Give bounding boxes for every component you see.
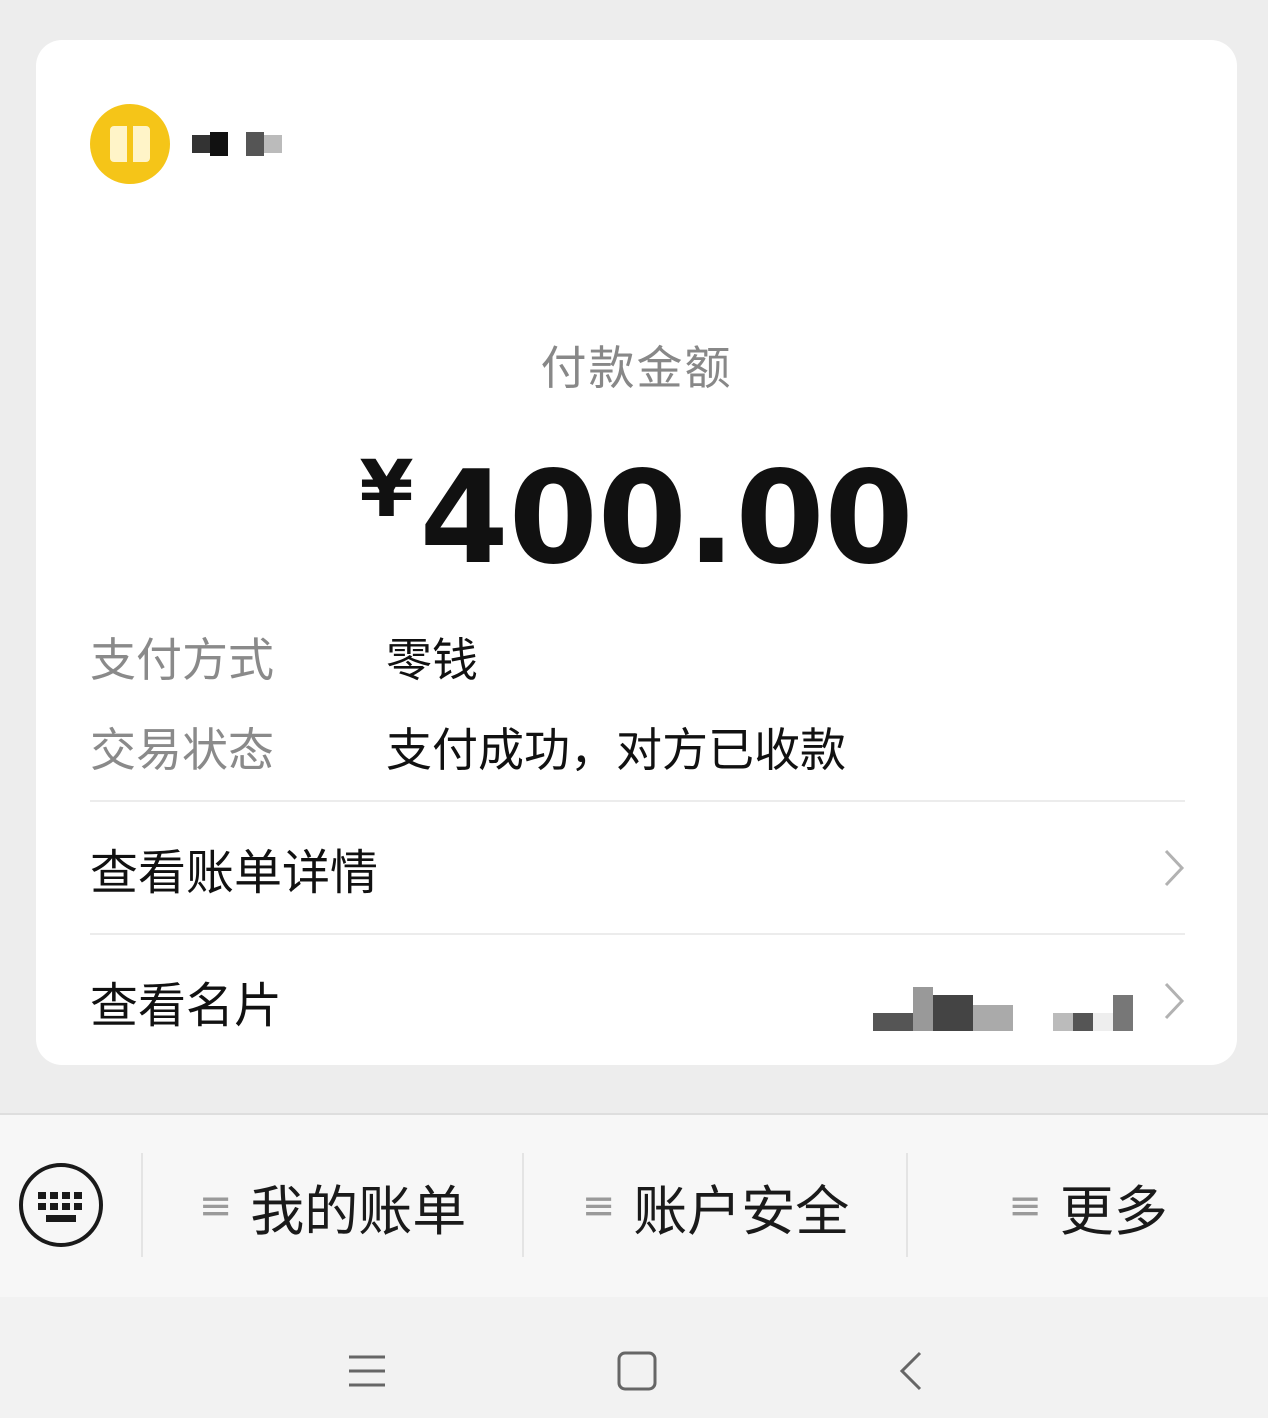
payment-method-value: 零钱 xyxy=(386,633,478,687)
gift-icon xyxy=(90,104,170,184)
payee-name-redacted xyxy=(873,971,1133,1031)
home-icon[interactable] xyxy=(615,1349,659,1393)
merchant-name-redacted xyxy=(192,124,282,164)
system-navigation-bar xyxy=(0,1297,1268,1418)
menu-list-icon: ≡ xyxy=(198,1183,233,1229)
merchant-header xyxy=(90,104,282,184)
divider xyxy=(90,800,1185,802)
payment-amount: ¥400.00 xyxy=(36,420,1237,589)
back-icon[interactable] xyxy=(890,1349,934,1393)
transaction-status-label: 交易状态 xyxy=(90,723,274,777)
menu-account-security-label: 账户安全 xyxy=(633,1179,850,1243)
view-card-link[interactable]: 查看名片 xyxy=(90,936,1185,1066)
chevron-right-icon xyxy=(1164,982,1185,1020)
amount-label: 付款金额 xyxy=(540,341,733,395)
menu-more-label: 更多 xyxy=(1059,1179,1168,1243)
transaction-status-row: 交易状态 支付成功，对方已收款 xyxy=(90,714,846,780)
bill-details-link[interactable]: 查看账单详情 xyxy=(90,803,1185,933)
amount-value: 400.00 xyxy=(419,444,914,593)
menu-account-security[interactable]: ≡ 账户安全 xyxy=(524,1115,907,1297)
payment-method-row: 支付方式 零钱 xyxy=(90,624,478,690)
menu-my-bills[interactable]: ≡ 我的账单 xyxy=(142,1115,523,1297)
payment-receipt-card: 付款金额 ¥400.00 支付方式 零钱 交易状态 支付成功，对方已收款 查看账… xyxy=(36,40,1237,1065)
menu-icon[interactable] xyxy=(345,1349,389,1393)
menu-list-icon: ≡ xyxy=(581,1183,616,1229)
service-menu-bar: ≡ 我的账单 ≡ 账户安全 ≡ 更多 xyxy=(0,1113,1268,1299)
bill-details-label: 查看账单详情 xyxy=(90,845,379,901)
divider xyxy=(90,933,1185,935)
currency-symbol: ¥ xyxy=(359,445,414,535)
keyboard-icon[interactable] xyxy=(18,1162,104,1248)
menu-my-bills-label: 我的账单 xyxy=(250,1179,467,1243)
chevron-right-icon xyxy=(1164,849,1185,887)
menu-list-icon: ≡ xyxy=(1008,1183,1042,1229)
view-card-label: 查看名片 xyxy=(90,978,283,1034)
menu-more[interactable]: ≡ 更多 xyxy=(908,1115,1268,1297)
payment-method-label: 支付方式 xyxy=(90,633,274,687)
transaction-status-value: 支付成功，对方已收款 xyxy=(386,723,846,777)
